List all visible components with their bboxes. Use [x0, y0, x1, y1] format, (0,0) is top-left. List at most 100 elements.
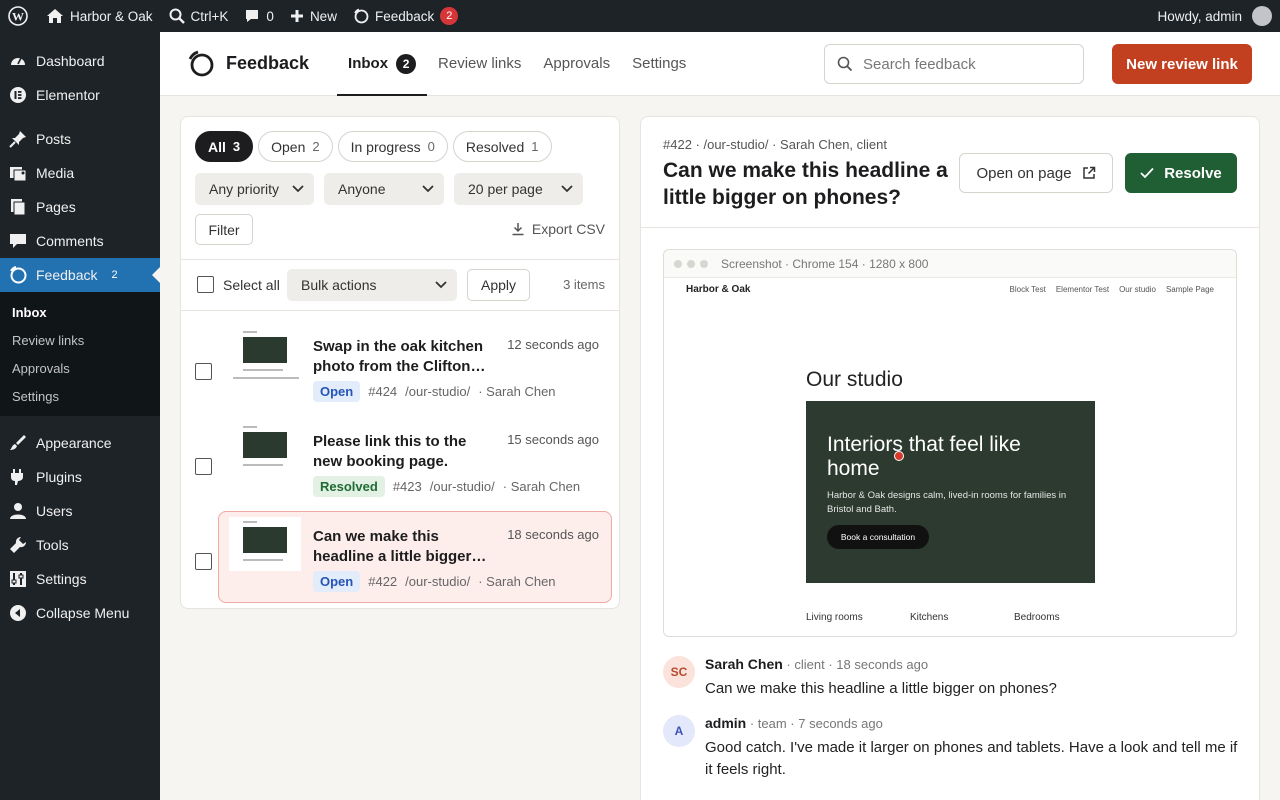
item-path: /our-studio/: [405, 384, 471, 399]
row-checkbox[interactable]: [195, 363, 212, 380]
elementor-icon: [8, 85, 28, 105]
site-name-link[interactable]: Harbor & Oak: [38, 0, 161, 32]
item-time: 18 seconds ago: [507, 527, 599, 542]
export-csv-button[interactable]: Export CSV: [511, 221, 605, 237]
per-page-select[interactable]: 20 per page: [454, 173, 583, 205]
sidebar-item-media[interactable]: Media: [0, 156, 160, 190]
external-link-icon: [1082, 166, 1095, 179]
new-content-link[interactable]: New: [282, 0, 345, 32]
tab-settings[interactable]: Settings: [621, 32, 697, 96]
feedback-pin-marker[interactable]: [894, 451, 904, 461]
row-checkbox[interactable]: [195, 553, 212, 570]
item-meta: Open #422 /our-studio/ · Sarah Chen: [313, 571, 556, 592]
account-menu[interactable]: Howdy, admin: [1149, 0, 1280, 32]
new-review-link-button[interactable]: New review link: [1112, 44, 1252, 84]
filter-button[interactable]: Filter: [195, 214, 253, 245]
chip-count: 2: [312, 139, 320, 154]
chip-label: Resolved: [465, 138, 525, 155]
row-checkbox[interactable]: [195, 458, 212, 475]
select-value: Bulk actions: [301, 277, 377, 293]
sidebar-item-comments[interactable]: Comments: [0, 224, 160, 258]
sidebar-item-dashboard[interactable]: Dashboard: [0, 44, 160, 78]
submenu-inbox[interactable]: Inbox: [0, 298, 160, 326]
shot-category: Kitchens: [910, 612, 949, 623]
feedback-logo-icon: [188, 50, 214, 76]
apply-button[interactable]: Apply: [467, 269, 530, 301]
comment-author: admin: [705, 715, 747, 731]
collapse-icon: [8, 603, 28, 623]
thumb-line: [243, 521, 257, 523]
chip-all[interactable]: All 3: [195, 131, 254, 162]
sidebar-item-posts[interactable]: Posts: [0, 122, 160, 156]
sidebar-item-label: Feedback: [36, 267, 98, 283]
check-icon: [1140, 167, 1154, 179]
sidebar-item-pages[interactable]: Pages: [0, 190, 160, 224]
bulk-actions-select[interactable]: Bulk actions: [287, 269, 457, 301]
shot-nav-item: Sample Page: [1165, 285, 1214, 294]
assignee-select[interactable]: Anyone: [324, 173, 444, 205]
item-title: Swap in the oak kitchen photo from the C…: [313, 338, 484, 375]
priority-select[interactable]: Any priority: [195, 173, 314, 205]
feedback-count-badge: 2: [440, 7, 459, 25]
sidebar-item-label: Users: [36, 503, 73, 519]
window-dot: [687, 259, 695, 268]
resolve-button[interactable]: Resolve: [1125, 153, 1237, 193]
comment-header: admin · team · 7 seconds ago: [705, 715, 883, 731]
sidebar-item-elementor[interactable]: Elementor: [0, 78, 160, 112]
tab-review-links[interactable]: Review links: [427, 32, 532, 96]
tab-approvals[interactable]: Approvals: [532, 32, 621, 96]
item-author: · Sarah Chen: [478, 574, 556, 589]
sidebar-item-label: Elementor: [36, 87, 100, 103]
sidebar-item-users[interactable]: Users: [0, 494, 160, 528]
comments-link[interactable]: 0: [236, 0, 282, 32]
open-on-page-button[interactable]: Open on page: [959, 153, 1113, 193]
shot-hero-heading: Interiors that feel like home: [827, 433, 1021, 480]
sidebar-item-appearance[interactable]: Appearance: [0, 426, 160, 460]
status-badge: Open: [313, 571, 361, 592]
sidebar-item-settings[interactable]: Settings: [0, 562, 160, 596]
thumb-line: [243, 464, 283, 466]
status-badge: Open: [313, 381, 361, 402]
thumb-line: [243, 426, 257, 428]
submenu-review-links[interactable]: Review links: [0, 326, 160, 354]
plugin-header: Feedback Inbox 2 Review links Approvals …: [160, 32, 1280, 96]
pin-icon: [8, 129, 28, 149]
avatar: [1252, 6, 1272, 26]
feedback-link[interactable]: Feedback 2: [345, 0, 466, 32]
chevron-down-icon: [435, 281, 447, 289]
checkbox[interactable]: [197, 276, 214, 293]
select-all-checkbox[interactable]: Select all: [197, 276, 280, 293]
shot-nav-item: Block Test: [1009, 285, 1046, 294]
sidebar-item-tools[interactable]: Tools: [0, 528, 160, 562]
chip-label: Open: [271, 138, 306, 155]
submenu-settings[interactable]: Settings: [0, 382, 160, 410]
chip-count: 1: [531, 139, 539, 154]
wordpress-logo-icon[interactable]: W: [0, 0, 38, 32]
sidebar-item-feedback[interactable]: Feedback 2: [0, 258, 160, 292]
thumb-line: [243, 331, 257, 333]
dashboard-icon: [8, 51, 28, 71]
comment-icon: [246, 10, 259, 22]
tab-label: Review links: [438, 55, 522, 72]
detail-meta: #422 · /our-studio/ · Sarah Chen, client: [663, 137, 888, 152]
thumb-hero: [243, 432, 287, 458]
comment-header: Sarah Chen · client · 18 seconds ago: [705, 656, 928, 672]
sidebar-item-label: Comments: [36, 233, 104, 249]
list-item-selected[interactable]: Can we make this headline a little bigge…: [181, 507, 619, 603]
tab-inbox[interactable]: Inbox 2: [337, 32, 428, 96]
chip-count: 3: [232, 139, 241, 154]
submenu-approvals[interactable]: Approvals: [0, 354, 160, 382]
sidebar-item-plugins[interactable]: Plugins: [0, 460, 160, 494]
list-item[interactable]: Please link this to the new booking page…: [181, 412, 619, 504]
item-id: #422: [368, 574, 398, 589]
collapse-menu-button[interactable]: Collapse Menu: [0, 596, 160, 630]
divider: [641, 227, 1259, 228]
sidebar-item-label: Appearance: [36, 435, 112, 451]
chip-in-progress[interactable]: In progress 0: [337, 131, 448, 162]
chip-open[interactable]: Open 2: [258, 131, 333, 162]
search-input[interactable]: [863, 55, 1063, 73]
item-time: 12 seconds ago: [507, 337, 599, 352]
command-search-link[interactable]: Ctrl+K: [161, 0, 237, 32]
chip-resolved[interactable]: Resolved 1: [452, 131, 552, 162]
list-item[interactable]: Swap in the oak kitchen photo from the C…: [181, 317, 619, 409]
